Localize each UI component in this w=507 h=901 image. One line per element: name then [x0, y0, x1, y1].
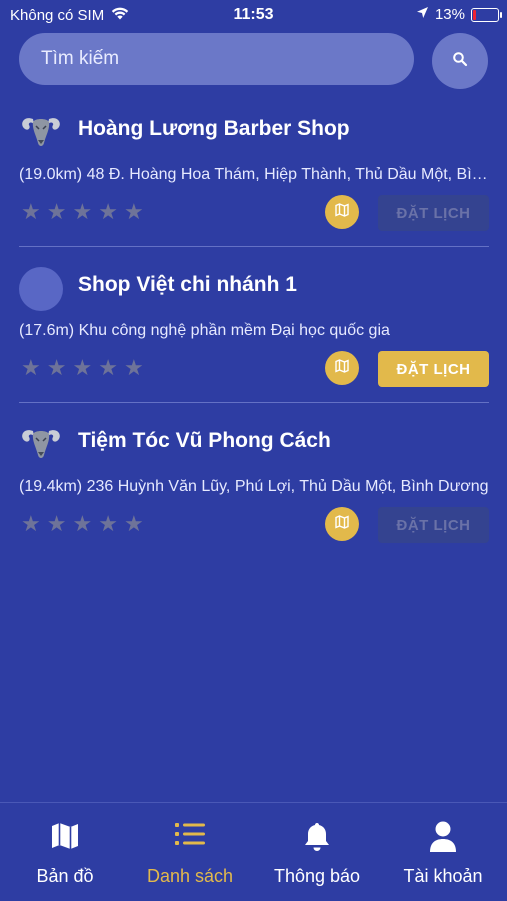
search-button[interactable]: [432, 33, 488, 89]
star-icon: ★: [72, 199, 93, 224]
book-button[interactable]: ĐẶT LỊCH: [378, 507, 489, 543]
shop-card[interactable]: Shop Việt chi nhánh 1 (17.6m) Khu công n…: [19, 267, 489, 417]
status-bar: Không có SIM 11:53 13%: [0, 0, 507, 30]
shop-name[interactable]: Shop Việt chi nhánh 1: [78, 273, 297, 297]
star-icon: ★: [123, 511, 144, 536]
search-icon: [452, 51, 468, 72]
shop-address: (19.0km) 48 Đ. Hoàng Hoa Thám, Hiệp Thàn…: [19, 166, 489, 183]
shop-card[interactable]: Hoàng Lương Barber Shop (19.0km) 48 Đ. H…: [19, 111, 489, 261]
shop-address: (19.4km) 236 Huỳnh Văn Lũy, Phú Lợi, Thủ…: [19, 478, 489, 495]
map-button[interactable]: [325, 195, 359, 229]
star-icon: ★: [123, 199, 144, 224]
tab-label: Bản đồ: [36, 866, 94, 886]
battery-icon: [471, 7, 502, 22]
star-icon: ★: [21, 511, 41, 536]
status-right: 13%: [416, 6, 502, 23]
map-button[interactable]: [325, 507, 359, 541]
bell-icon: [254, 821, 380, 853]
shop-address: (17.6m) Khu công nghệ phần mềm Đại học q…: [19, 322, 390, 339]
search-input[interactable]: Tìm kiếm: [19, 33, 414, 85]
battery-percent: 13%: [434, 6, 465, 23]
tab-label: Tài khoản: [403, 866, 483, 886]
location-arrow-icon: [416, 6, 429, 23]
tab-label: Thông báo: [273, 866, 361, 886]
divider: [19, 402, 489, 403]
star-icon: ★: [72, 355, 93, 380]
map-icon: [335, 358, 349, 378]
star-icon: ★: [46, 355, 67, 380]
rating-stars: ★ ★ ★ ★ ★: [21, 357, 144, 379]
shop-avatar: [19, 423, 63, 467]
rating-stars: ★ ★ ★ ★ ★: [21, 513, 144, 535]
user-icon: [380, 821, 506, 853]
tab-list[interactable]: Danh sách: [127, 803, 253, 901]
ram-logo-icon: [19, 421, 63, 470]
star-icon: ★: [123, 355, 144, 380]
star-icon: ★: [98, 355, 118, 380]
book-button[interactable]: ĐẶT LỊCH: [378, 195, 489, 231]
star-icon: ★: [72, 511, 93, 536]
search-placeholder: Tìm kiếm: [41, 48, 120, 69]
star-icon: ★: [46, 199, 67, 224]
shop-avatar: [19, 111, 63, 155]
map-button[interactable]: [325, 351, 359, 385]
list-icon: [127, 821, 253, 853]
star-icon: ★: [46, 511, 67, 536]
shop-name[interactable]: Hoàng Lương Barber Shop: [78, 117, 350, 141]
tab-notifications[interactable]: Thông báo: [254, 803, 380, 901]
star-icon: ★: [98, 199, 118, 224]
shop-name[interactable]: Tiệm Tóc Vũ Phong Cách: [78, 429, 331, 453]
bottom-tab-bar: Bản đồ Danh sách Thông báo Tài khoản: [0, 802, 507, 901]
tab-label: Danh sách: [146, 866, 234, 886]
divider: [19, 246, 489, 247]
map-icon: [2, 821, 128, 853]
shop-card[interactable]: Tiệm Tóc Vũ Phong Cách (19.4km) 236 Huỳn…: [19, 423, 489, 573]
rating-stars: ★ ★ ★ ★ ★: [21, 201, 144, 223]
map-icon: [335, 514, 349, 534]
shop-avatar-placeholder: [19, 267, 63, 311]
ram-logo-icon: [19, 109, 63, 158]
star-icon: ★: [21, 199, 41, 224]
book-button[interactable]: ĐẶT LỊCH: [378, 351, 489, 387]
star-icon: ★: [98, 511, 118, 536]
map-icon: [335, 202, 349, 222]
tab-account[interactable]: Tài khoản: [380, 803, 506, 901]
tab-map[interactable]: Bản đồ: [2, 803, 128, 901]
star-icon: ★: [21, 355, 41, 380]
